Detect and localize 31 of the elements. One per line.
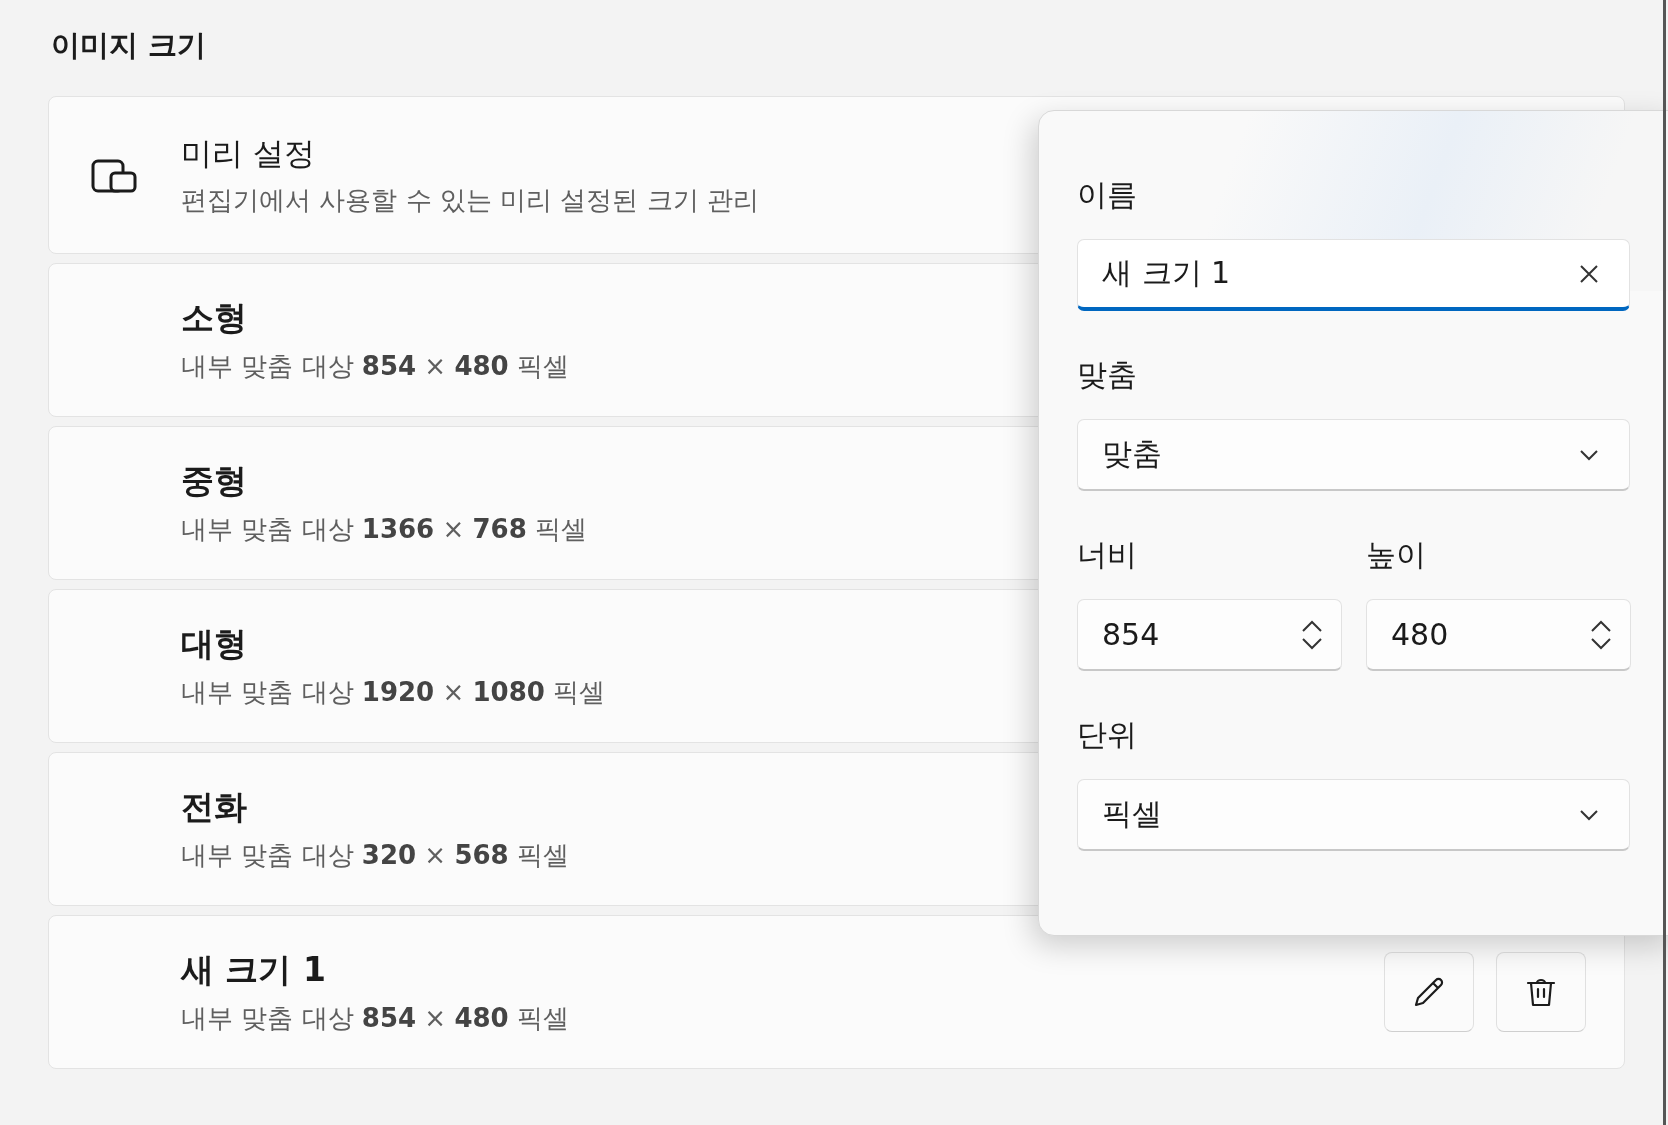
- delete-button[interactable]: [1496, 952, 1586, 1032]
- height-field[interactable]: 480: [1366, 599, 1631, 671]
- preset-title: 미리 설정: [181, 133, 315, 173]
- edit-button[interactable]: [1384, 952, 1474, 1032]
- field-label: 이름: [1077, 176, 1138, 214]
- preset-name: 소형: [181, 297, 247, 339]
- preset-name: 전화: [181, 786, 247, 828]
- preset-detail: 내부 맞춤 대상 1920 × 1080 픽셀: [181, 676, 606, 709]
- preset-name: 중형: [181, 460, 247, 502]
- close-icon[interactable]: [1579, 263, 1599, 284]
- preset-description: 편집기에서 사용할 수 있는 미리 설정된 크기 관리: [181, 183, 759, 217]
- field-label: 높이: [1366, 536, 1427, 574]
- preset-detail: 내부 맞춤 대상 854 × 480 픽셀: [181, 1002, 569, 1035]
- pencil-icon: [1412, 975, 1446, 1009]
- field-label: 맞춤: [1077, 356, 1138, 394]
- section-title: 이미지 크기: [50, 27, 208, 64]
- fit-dropdown[interactable]: 맞춤: [1077, 419, 1630, 491]
- field-label: 너비: [1077, 536, 1138, 574]
- width-field[interactable]: 854: [1077, 599, 1342, 671]
- preset-detail: 내부 맞춤 대상 854 × 480 픽셀: [181, 350, 569, 383]
- spinner-icon[interactable]: [1590, 619, 1612, 650]
- unit-dropdown[interactable]: 픽셀: [1077, 779, 1630, 851]
- chevron-down-icon: [1579, 808, 1599, 821]
- preset-detail: 내부 맞춤 대상 1366 × 768 픽셀: [181, 513, 588, 546]
- preset-detail: 내부 맞춤 대상 320 × 568 픽셀: [181, 839, 569, 872]
- field-label: 단위: [1077, 716, 1138, 754]
- preset-name: 새 크기 1: [181, 949, 326, 991]
- spinner-icon[interactable]: [1301, 619, 1323, 650]
- preset-name: 대형: [181, 623, 247, 665]
- chevron-down-icon: [1579, 448, 1599, 461]
- name-field[interactable]: 새 크기 1: [1077, 239, 1630, 311]
